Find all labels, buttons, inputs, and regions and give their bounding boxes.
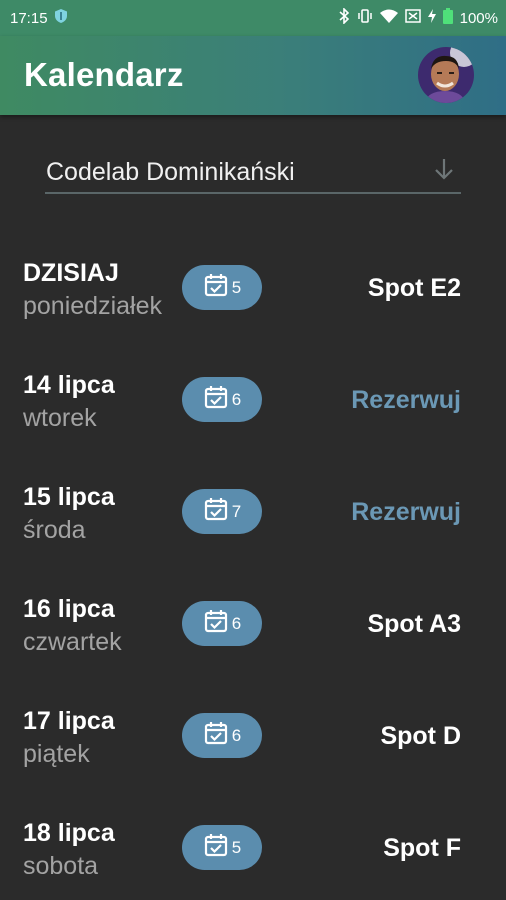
booking-count: 6 [231,613,242,633]
booking-count-badge[interactable]: 6 [182,713,262,758]
wifi-icon [379,9,398,27]
status-right: 100% [338,7,498,28]
status-bar: 17:15 100% [0,0,506,36]
day-weekday: wtorek [23,404,97,432]
day-list: DZISIAJ poniedziałek 5 Spot E2 14 lipca … [0,235,506,875]
location-dropdown[interactable]: Codelab Dominikański [45,150,461,194]
spot-label: Spot D [380,722,461,750]
day-weekday: czwartek [23,628,122,656]
bluetooth-icon [338,7,350,28]
reserve-button[interactable]: Rezerwuj [351,498,461,527]
booking-count-badge[interactable]: 6 [182,377,262,422]
day-date: 14 lipca [23,371,115,399]
booking-count: 6 [231,725,242,745]
bottom-edge [0,875,506,900]
battery-icon [442,8,453,28]
calendar-check-icon [203,272,229,303]
day-weekday: piątek [23,740,90,768]
day-row[interactable]: 17 lipca piątek 6 Spot D [0,683,506,795]
reserve-button[interactable]: Rezerwuj [351,386,461,415]
booking-count: 7 [231,501,242,521]
app-bar: Kalendarz [0,36,506,115]
page-title: Kalendarz [24,56,184,93]
booking-count-badge[interactable]: 5 [182,825,262,870]
day-row[interactable]: 15 lipca środa 7 Rezerwuj [0,459,506,571]
arrow-down-icon [431,156,457,187]
charging-icon [427,9,436,27]
booking-count: 6 [231,389,242,409]
booking-count-badge[interactable]: 6 [182,601,262,646]
booking-count-badge[interactable]: 5 [182,265,262,310]
calendar-check-icon [203,832,229,863]
day-row[interactable]: 16 lipca czwartek 6 Spot A3 [0,571,506,683]
shield-icon [54,9,67,27]
calendar-check-icon [203,608,229,639]
location-dropdown-value: Codelab Dominikański [46,158,295,186]
day-row[interactable]: 18 lipca sobota 5 Spot F [0,795,506,875]
day-date: 16 lipca [23,595,115,623]
day-date: 18 lipca [23,819,115,847]
day-date: DZISIAJ [23,259,119,287]
day-date: 15 lipca [23,483,115,511]
no-sim-icon [404,9,421,27]
booking-count-badge[interactable]: 7 [182,489,262,534]
status-time: 17:15 [10,9,48,27]
status-left: 17:15 [10,9,67,27]
day-weekday: środa [23,516,86,544]
day-date: 17 lipca [23,707,115,735]
day-row[interactable]: DZISIAJ poniedziałek 5 Spot E2 [0,235,506,347]
spot-label: Spot A3 [367,610,461,638]
avatar[interactable] [418,47,474,103]
day-row[interactable]: 14 lipca wtorek 6 Rezerwuj [0,347,506,459]
calendar-check-icon [203,384,229,415]
spot-label: Spot E2 [367,274,461,302]
calendar-check-icon [203,496,229,527]
spot-label: Spot F [383,834,461,862]
calendar-check-icon [203,720,229,751]
vibrate-icon [357,8,373,28]
day-weekday: poniedziałek [23,292,162,320]
battery-level: 100% [459,9,498,27]
booking-count: 5 [231,837,242,857]
booking-count: 5 [231,277,242,297]
day-weekday: sobota [23,852,99,875]
